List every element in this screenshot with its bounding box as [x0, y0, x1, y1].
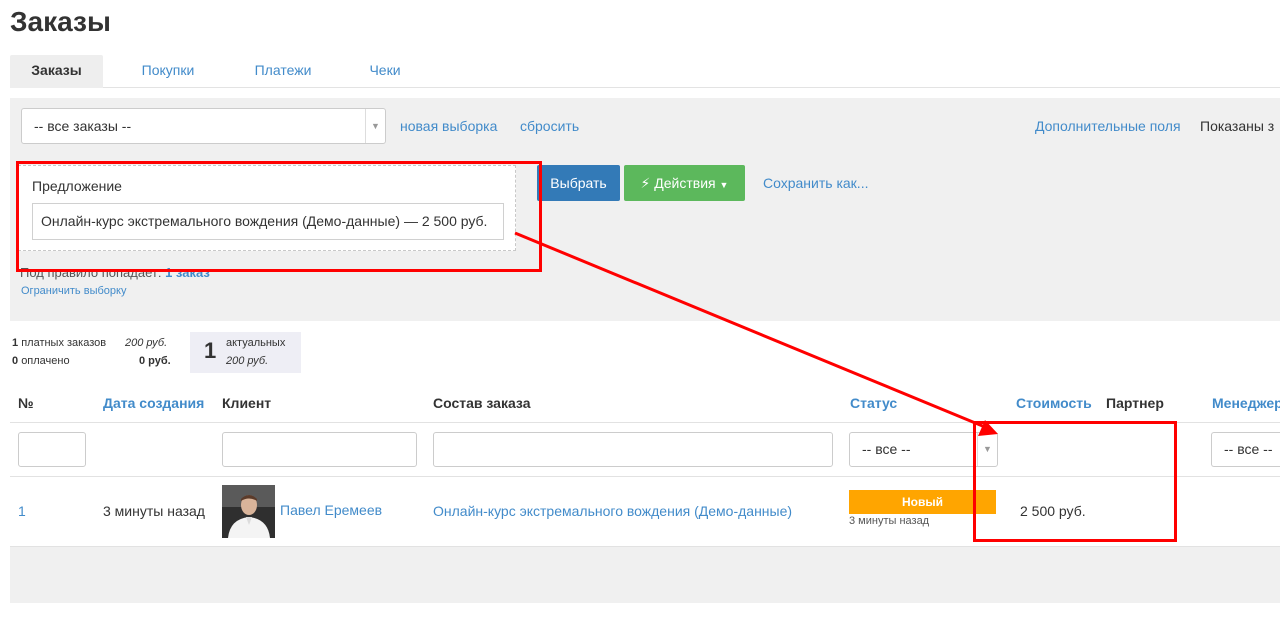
arrow-head [978, 420, 998, 436]
arrow-line [514, 231, 986, 429]
annotation-arrow [514, 231, 998, 436]
